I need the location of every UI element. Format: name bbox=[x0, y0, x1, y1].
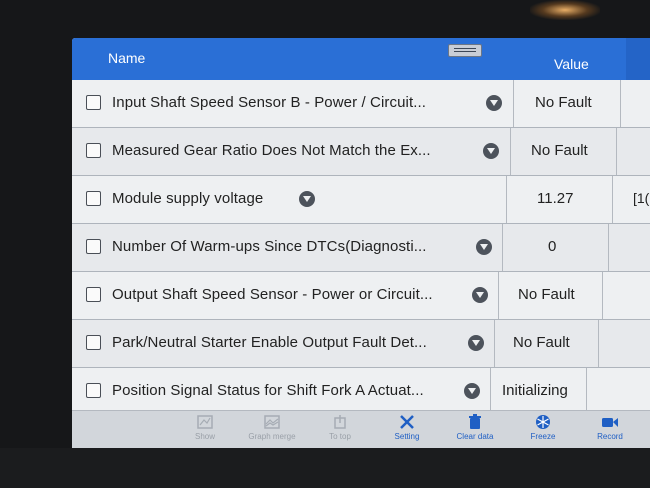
parameter-value: No Fault bbox=[531, 142, 588, 159]
column-divider bbox=[510, 128, 511, 175]
graph-merge-button[interactable]: Graph merge bbox=[242, 414, 302, 441]
dropdown-icon[interactable] bbox=[472, 287, 488, 303]
list-item[interactable]: Number Of Warm-ups Since DTCs(Diagnosti.… bbox=[72, 224, 650, 272]
parameter-list: Input Shaft Speed Sensor B - Power / Cir… bbox=[72, 80, 650, 416]
record-icon bbox=[602, 418, 618, 427]
parameter-value: No Fault bbox=[518, 286, 575, 303]
select-checkbox[interactable] bbox=[86, 287, 101, 302]
dropdown-icon[interactable] bbox=[299, 191, 315, 207]
select-checkbox[interactable] bbox=[86, 383, 101, 398]
parameter-value: Initializing bbox=[502, 382, 568, 399]
show-label: Show bbox=[194, 432, 215, 441]
select-checkbox[interactable] bbox=[86, 239, 101, 254]
dropdown-icon[interactable] bbox=[486, 95, 502, 111]
clear-data-label: Clear data bbox=[456, 432, 494, 441]
dropdown-icon[interactable] bbox=[483, 143, 499, 159]
list-item[interactable]: Park/Neutral Starter Enable Output Fault… bbox=[72, 320, 650, 368]
column-divider bbox=[612, 176, 613, 223]
parameter-value: No Fault bbox=[535, 94, 592, 111]
list-item[interactable]: Output Shaft Speed Sensor - Power or Cir… bbox=[72, 272, 650, 320]
parameter-name: Module supply voltage bbox=[112, 190, 264, 207]
setting-button[interactable]: Setting bbox=[377, 414, 437, 441]
select-checkbox[interactable] bbox=[86, 95, 101, 110]
graph-merge-label: Graph merge bbox=[248, 432, 296, 441]
name-column-header: Name bbox=[108, 50, 146, 66]
bottom-toolbar: Show Graph merge To top Setting Clear da… bbox=[72, 410, 650, 448]
freeze-label: Freeze bbox=[530, 432, 556, 441]
list-item[interactable]: Input Shaft Speed Sensor B - Power / Cir… bbox=[72, 80, 650, 128]
parameter-name: Measured Gear Ratio Does Not Match the E… bbox=[112, 142, 431, 159]
select-checkbox[interactable] bbox=[86, 143, 101, 158]
column-divider bbox=[616, 128, 617, 175]
column-divider bbox=[602, 272, 603, 319]
dropdown-icon[interactable] bbox=[468, 335, 484, 351]
parameter-value: 0 bbox=[548, 238, 557, 255]
column-divider bbox=[506, 176, 507, 223]
dropdown-icon[interactable] bbox=[464, 383, 480, 399]
column-divider bbox=[620, 80, 621, 127]
clear-data-button[interactable]: Clear data bbox=[445, 414, 505, 441]
show-button[interactable]: Show bbox=[175, 414, 235, 441]
list-item[interactable]: Measured Gear Ratio Does Not Match the E… bbox=[72, 128, 650, 176]
dropdown-icon[interactable] bbox=[476, 239, 492, 255]
parameter-name: Input Shaft Speed Sensor B - Power / Cir… bbox=[112, 94, 427, 111]
column-divider bbox=[608, 224, 609, 271]
column-divider bbox=[494, 320, 495, 367]
value-column-header: Value bbox=[554, 56, 589, 72]
parameter-value: No Fault bbox=[513, 334, 570, 351]
to-top-icon bbox=[334, 415, 346, 429]
live-data-screen: Name Value Input Shaft Speed Sensor B - … bbox=[72, 38, 650, 448]
freeze-button[interactable]: Freeze bbox=[513, 414, 573, 441]
record-label: Record bbox=[597, 432, 623, 441]
list-item[interactable]: Position Signal Status for Shift Fork A … bbox=[72, 368, 650, 416]
column-divider bbox=[598, 320, 599, 367]
setting-label: Setting bbox=[394, 432, 420, 441]
parameter-range: [1( bbox=[633, 190, 650, 206]
show-icon bbox=[197, 415, 213, 429]
column-divider bbox=[490, 368, 491, 415]
parameter-name: Position Signal Status for Shift Fork A … bbox=[112, 382, 424, 399]
parameter-name: Output Shaft Speed Sensor - Power or Cir… bbox=[112, 286, 433, 303]
list-item[interactable]: Module supply voltage 11.27 [1( bbox=[72, 176, 650, 224]
record-button[interactable]: Record bbox=[580, 414, 640, 441]
drag-handle-icon[interactable] bbox=[448, 44, 482, 57]
to-top-label: To top bbox=[329, 432, 351, 441]
ambient-light-glare bbox=[530, 0, 600, 20]
header-right-edge bbox=[626, 38, 650, 80]
column-divider bbox=[586, 368, 587, 415]
clear-data-icon bbox=[469, 414, 481, 429]
column-divider bbox=[498, 272, 499, 319]
parameter-name: Number Of Warm-ups Since DTCs(Diagnosti.… bbox=[112, 238, 427, 255]
column-divider bbox=[502, 224, 503, 271]
column-divider bbox=[513, 80, 514, 127]
select-checkbox[interactable] bbox=[86, 335, 101, 350]
table-header: Name Value bbox=[72, 38, 650, 80]
graph-merge-icon bbox=[264, 415, 280, 429]
setting-icon bbox=[400, 415, 414, 429]
device-bezel-bottom bbox=[0, 448, 650, 488]
freeze-icon bbox=[536, 415, 550, 429]
to-top-button[interactable]: To top bbox=[310, 414, 370, 441]
parameter-value: 11.27 bbox=[537, 190, 574, 207]
parameter-name: Park/Neutral Starter Enable Output Fault… bbox=[112, 334, 427, 351]
select-checkbox[interactable] bbox=[86, 191, 101, 206]
